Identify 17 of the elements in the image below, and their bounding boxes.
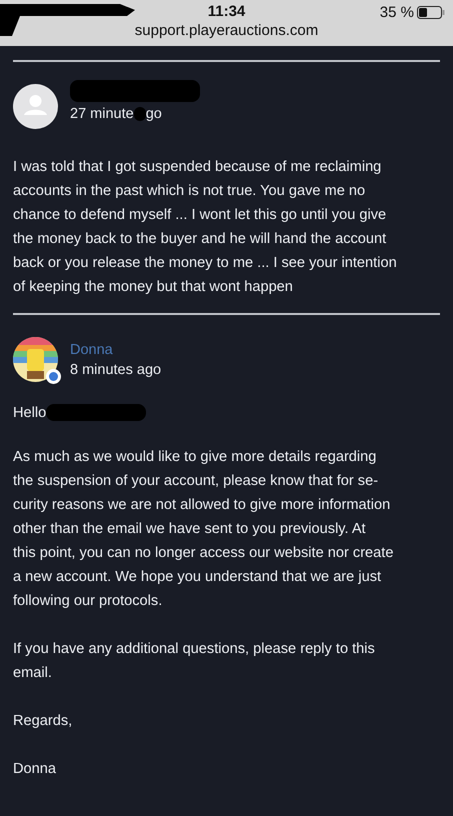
status-time: 11:34 <box>208 3 246 20</box>
message-paragraph: Donna <box>13 760 58 779</box>
message-paragraph: Regards, <box>13 712 74 731</box>
url-text[interactable]: support.playerauctions.com <box>134 22 318 39</box>
battery-percent: 35 % <box>380 4 414 21</box>
message-paragraph: I was told that I got suspended because of me reclaiming accounts in the past which is not true. You gave me no chance to defend myself ... I wont let this go until you give the money back to the buyer and he will hand the account back or you release the money to me ... I see your intention of keeping the money but that wont happen <box>13 158 398 297</box>
timestamp: 27 minute <box>70 106 134 122</box>
battery-icon <box>417 6 445 19</box>
redaction-mark <box>134 106 146 120</box>
timestamp: 8 minutes ago <box>70 362 162 378</box>
author-name[interactable]: Donna <box>70 342 162 358</box>
avatar-icon <box>13 84 58 129</box>
greeting-text: Hello <box>13 404 46 420</box>
timestamp: go <box>146 106 162 122</box>
message-paragraph: As much as we would like to give more details regarding the suspension of your account, please know that for se- curity reasons we are not allowed to give more information other than the email we have sent to you previously. At this point, you can no longer access our website nor create a new account. We hope you understand that we are just following our protocols. <box>13 448 394 611</box>
badge-icon <box>46 369 61 384</box>
message-paragraph: If you have any additional questions, please reply to this email. <box>13 640 376 683</box>
